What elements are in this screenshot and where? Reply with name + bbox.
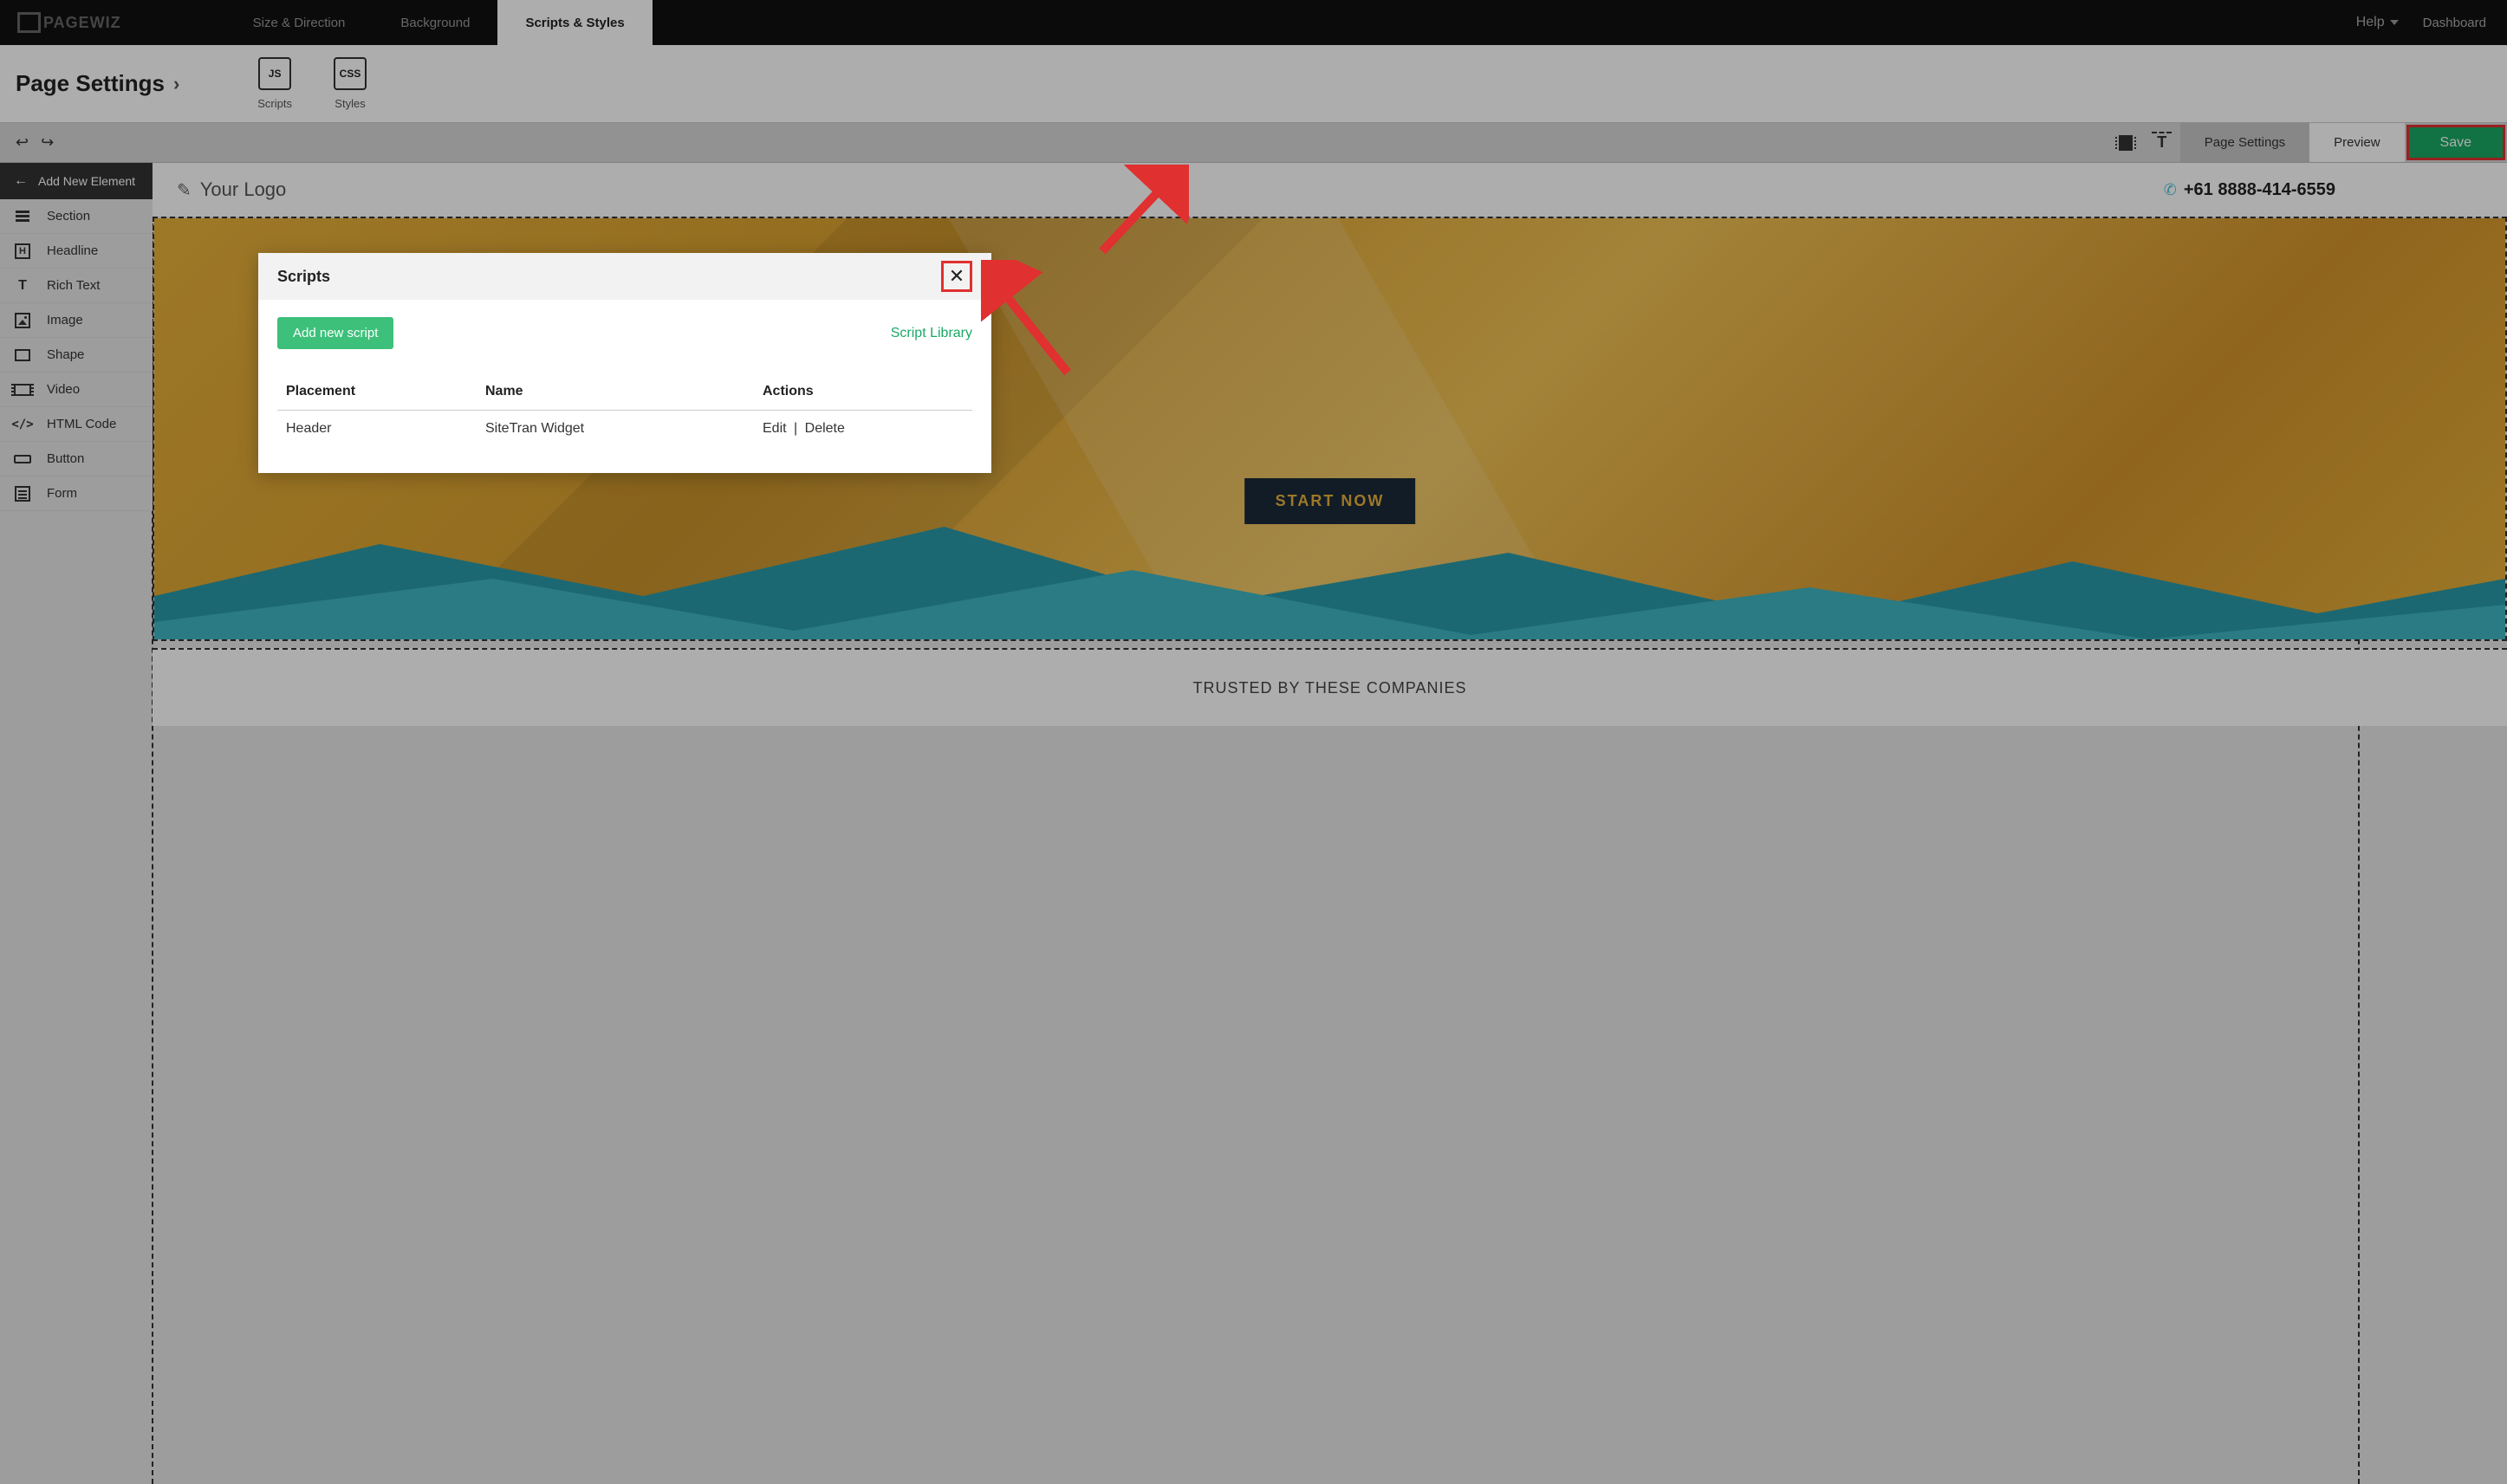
cell-actions: Edit | Delete: [763, 421, 964, 437]
add-new-script-button[interactable]: Add new script: [277, 317, 393, 349]
modal-close-button[interactable]: ✕: [941, 261, 972, 292]
col-actions-header: Actions: [763, 384, 964, 399]
scripts-table: Placement Name Actions Header SiteTran W…: [277, 373, 972, 447]
scripts-modal: Scripts ✕ Add new script Script Library …: [258, 253, 991, 473]
col-placement-header: Placement: [286, 384, 485, 399]
modal-header: Scripts ✕: [258, 253, 991, 300]
col-name-header: Name: [485, 384, 763, 399]
modal-overlay: [0, 0, 2507, 1484]
cell-name: SiteTran Widget: [485, 421, 763, 437]
table-header-row: Placement Name Actions: [277, 373, 972, 411]
script-library-link[interactable]: Script Library: [891, 326, 972, 341]
close-icon: ✕: [949, 265, 964, 288]
table-row: Header SiteTran Widget Edit | Delete: [277, 411, 972, 447]
edit-link[interactable]: Edit: [763, 421, 787, 436]
modal-body: Add new script Script Library Placement …: [258, 300, 991, 473]
cell-placement: Header: [286, 421, 485, 437]
action-separator: |: [794, 421, 797, 436]
modal-title: Scripts: [277, 268, 330, 286]
delete-link[interactable]: Delete: [805, 421, 845, 436]
modal-top-row: Add new script Script Library: [277, 317, 972, 349]
